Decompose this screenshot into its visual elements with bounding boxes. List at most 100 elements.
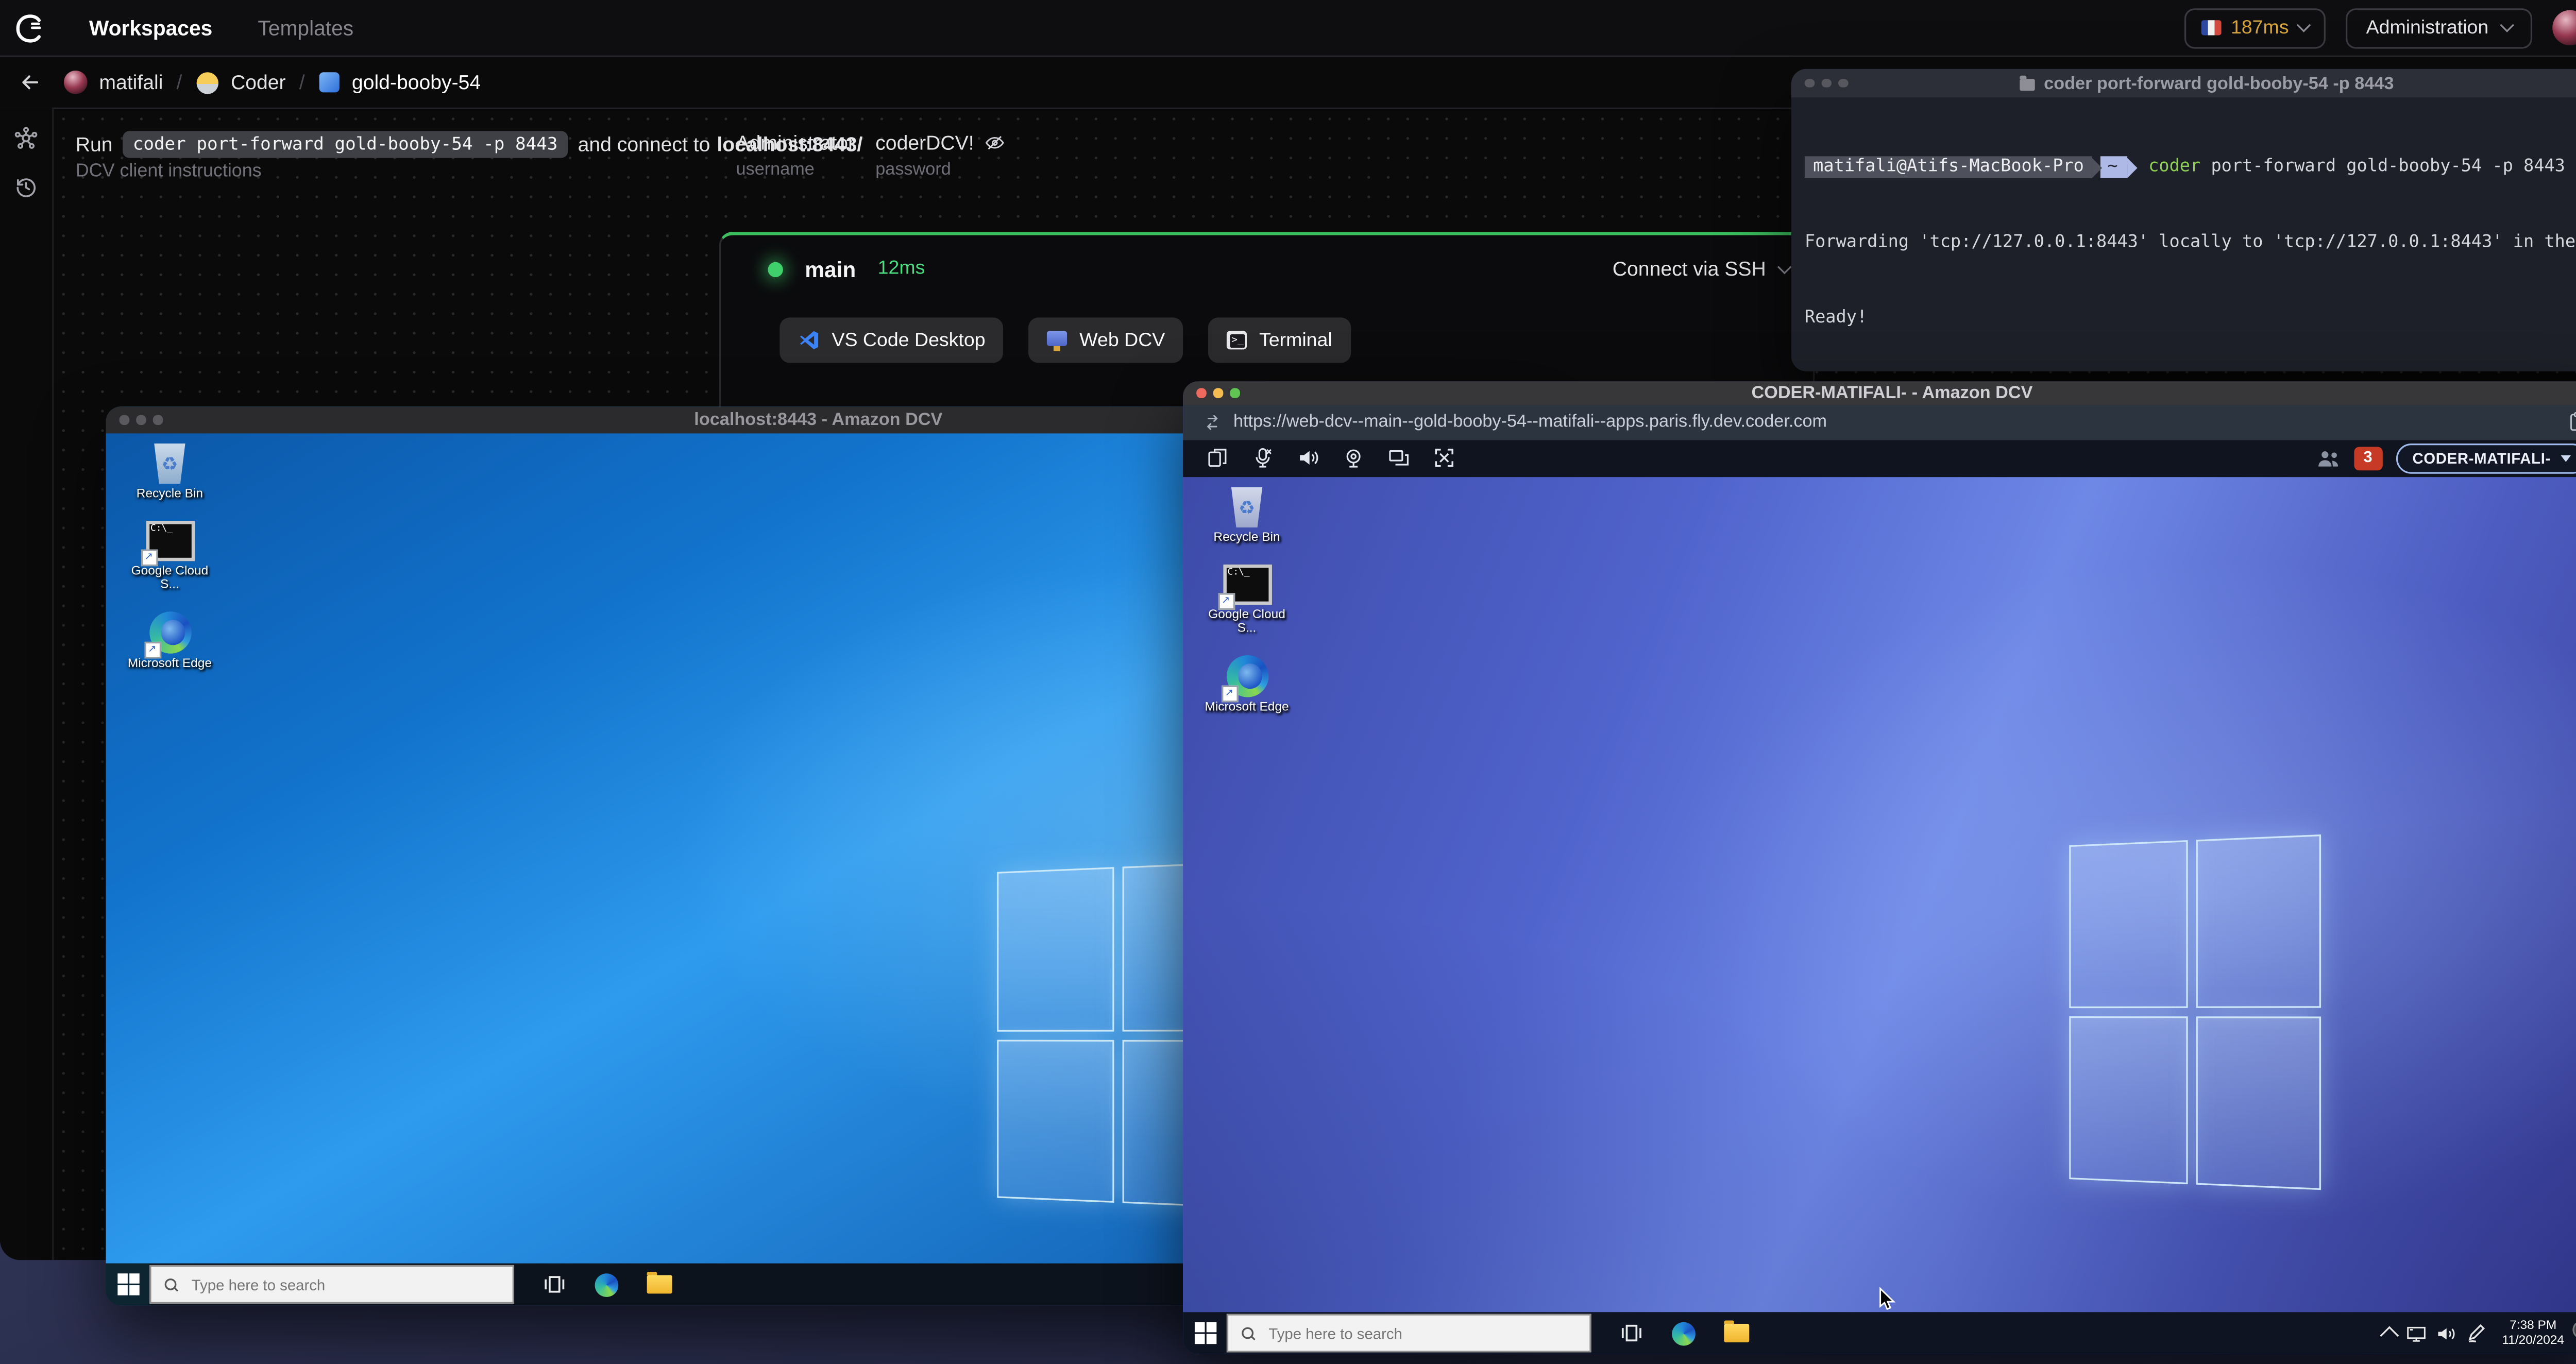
close-button[interactable]	[1196, 388, 1206, 398]
password-label: password	[875, 159, 951, 180]
collaborators-badge[interactable]: 3	[2353, 446, 2382, 470]
connection-icon	[1207, 414, 1218, 430]
windows-desktop[interactable]: ♻ Recycle Bin C:\_ ↗ Google Cloud S... ↗ …	[1183, 477, 2576, 1312]
start-button[interactable]	[106, 1263, 150, 1306]
breadcrumb-separator: /	[176, 70, 182, 94]
agent-row: main 12ms Connect via SSH	[721, 235, 1813, 302]
agent-name: main	[805, 256, 856, 282]
shortcut-arrow-badge: ↗	[1217, 592, 1234, 609]
collaborators-icon[interactable]	[2317, 448, 2341, 468]
windows-taskbar: 7:38 PM 11/20/2024 1	[1183, 1312, 2576, 1354]
terminal-titlebar[interactable]: coder port-forward gold-booby-54 -p 8443	[1791, 69, 2576, 98]
breadcrumb-user[interactable]: matifali	[99, 71, 163, 94]
fullscreen-icon[interactable]	[1433, 447, 1455, 469]
google-cloud-shortcut-icon[interactable]: C:\_ ↗ Google Cloud S...	[123, 520, 217, 592]
file-explorer-button[interactable]	[1724, 1320, 1750, 1342]
administration-label: Administration	[2366, 18, 2489, 38]
recycle-bin-icon[interactable]: ♻ Recycle Bin	[1200, 487, 1294, 545]
shortcut-arrow-badge: ↗	[143, 641, 161, 658]
zoom-button[interactable]	[1230, 388, 1240, 398]
terminal-button[interactable]: >_ Terminal	[1209, 317, 1351, 363]
breadcrumb-separator: /	[299, 70, 305, 94]
multi-monitor-icon[interactable]	[1388, 447, 1410, 469]
session-menu-button[interactable]: CODER-MATIFALI-	[2395, 443, 2576, 473]
clock-time: 7:38 PM	[2510, 1317, 2557, 1333]
clipboard-sync-icon[interactable]	[1207, 447, 1228, 469]
webcam-icon[interactable]	[1343, 447, 1364, 469]
web-dcv-button[interactable]: Web DCV	[1029, 317, 1184, 363]
command-args: port-forward gold-booby-54 -p 8443	[2200, 156, 2565, 177]
close-button[interactable]	[119, 415, 129, 425]
taskbar-search[interactable]	[1226, 1314, 1591, 1353]
breadcrumb-workspace: gold-booby-54	[351, 70, 481, 94]
screen: Workspaces Templates 187ms Administratio…	[0, 0, 2576, 1364]
minimize-button[interactable]	[136, 415, 146, 425]
clipboard-icon[interactable]	[2569, 412, 2576, 432]
wallpaper-vignette	[1183, 477, 2576, 1312]
microsoft-edge-shortcut-icon[interactable]: ↗ Microsoft Edge	[123, 610, 217, 671]
administration-menu[interactable]: Administration	[2346, 7, 2533, 48]
traffic-lights	[1804, 69, 1848, 97]
breadcrumb-template[interactable]: Coder	[231, 71, 286, 94]
system-tray: 7:38 PM 11/20/2024 1	[2380, 1317, 2576, 1347]
breadcrumb-user-avatar	[63, 70, 88, 94]
vscode-desktop-button[interactable]: VS Code Desktop	[779, 317, 1004, 363]
windows-logo	[2069, 834, 2321, 1190]
nav-workspaces[interactable]: Workspaces	[89, 16, 212, 40]
coder-logo-icon[interactable]	[15, 12, 45, 43]
latency-dropdown[interactable]: 187ms	[2183, 7, 2326, 48]
speaker-icon[interactable]	[1297, 447, 1319, 469]
back-arrow-icon[interactable]	[19, 71, 42, 94]
window-titlebar[interactable]: CODER-MATIFALI- - Amazon DCV	[1183, 381, 2576, 404]
close-button[interactable]	[1804, 78, 1814, 88]
history-icon[interactable]	[13, 175, 39, 200]
dcv-client-instructions-link[interactable]: DCV client instructions	[76, 161, 262, 181]
microsoft-edge-shortcut-icon[interactable]: ↗ Microsoft Edge	[1200, 654, 1294, 714]
task-view-button[interactable]	[1620, 1322, 1643, 1344]
taskbar-search-input[interactable]	[188, 1274, 464, 1294]
password-field: coderDCV! password	[875, 131, 1004, 180]
clock-date: 11/20/2024	[2502, 1331, 2565, 1347]
minimize-button[interactable]	[1213, 388, 1223, 398]
nav-templates[interactable]: Templates	[258, 16, 353, 40]
google-cloud-shortcut-icon[interactable]: C:\_ ↗ Google Cloud S...	[1200, 564, 1294, 636]
edge-taskbar-button[interactable]	[595, 1272, 619, 1297]
volume-tray-icon[interactable]	[2436, 1325, 2456, 1342]
prompt-line: matifali@Atifs-MacBook-Pro ~ coder port-f…	[1804, 155, 2576, 180]
task-view-button[interactable]	[543, 1273, 566, 1295]
tray-expand-icon[interactable]	[2380, 1326, 2399, 1345]
file-explorer-button[interactable]	[647, 1271, 672, 1294]
taskbar-search-input[interactable]	[1265, 1323, 1541, 1343]
dropdown-triangle-icon	[2561, 455, 2571, 462]
terminal-body[interactable]: matifali@Atifs-MacBook-Pro ~ coder port-f…	[1804, 104, 2576, 371]
resources-hub-icon[interactable]	[13, 126, 39, 151]
shortcut-arrow-badge: ↗	[1221, 685, 1238, 702]
connect-via-ssh-button[interactable]: Connect via SSH	[1613, 257, 1792, 281]
desktop-icons: ♻ Recycle Bin C:\_ ↗ Google Cloud S... ↗ …	[123, 444, 217, 670]
windows-start-icon	[1194, 1322, 1216, 1344]
start-button[interactable]	[1183, 1312, 1227, 1354]
user-avatar[interactable]	[2552, 10, 2576, 46]
zoom-button[interactable]	[152, 415, 162, 425]
taskbar-search[interactable]	[149, 1265, 515, 1304]
edge-taskbar-button[interactable]	[1672, 1321, 1696, 1345]
web-dcv-label: Web DCV	[1079, 330, 1165, 351]
terminal-title: coder port-forward gold-booby-54 -p 8443	[2044, 73, 2394, 94]
url-text[interactable]: https://web-dcv--main--gold-booby-54--ma…	[1233, 412, 1827, 432]
display-tray-icon[interactable]	[2406, 1325, 2427, 1342]
shortcut-arrow-badge: ↗	[140, 548, 157, 566]
minimize-button[interactable]	[1821, 78, 1831, 88]
powerline-arrow	[2092, 157, 2103, 178]
microphone-muted-icon[interactable]	[1252, 447, 1274, 469]
vscode-icon	[800, 331, 819, 350]
zoom-button[interactable]	[1838, 78, 1848, 88]
recycle-bin-icon[interactable]: ♻ Recycle Bin	[123, 444, 217, 502]
recycle-bin-glyph: ♻	[154, 444, 185, 484]
taskbar-clock[interactable]: 7:38 PM 11/20/2024	[2502, 1317, 2565, 1347]
traffic-lights	[1196, 381, 1240, 404]
port-forward-command[interactable]: coder port-forward gold-booby-54 -p 8443	[123, 131, 568, 158]
password-value: coderDCV!	[875, 131, 974, 155]
eye-off-icon[interactable]	[984, 133, 1004, 153]
pen-tray-icon[interactable]	[2467, 1324, 2485, 1342]
windows-start-icon	[116, 1273, 139, 1295]
